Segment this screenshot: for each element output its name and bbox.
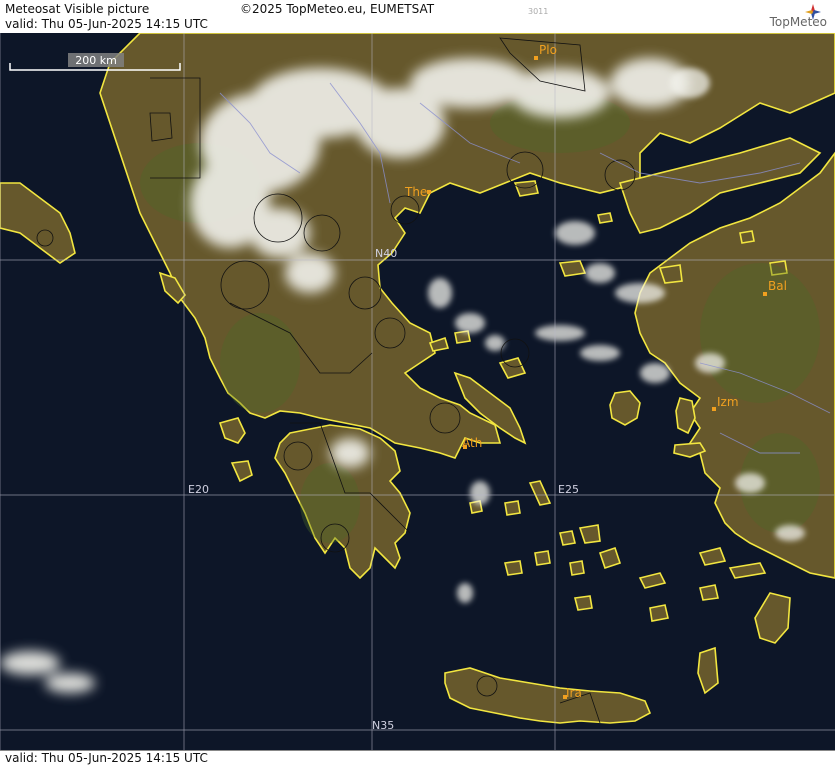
city-label-izmir: Izm (717, 395, 739, 409)
image-code: 3011 (528, 7, 549, 16)
map-canvas: 200 km N40 N35 E20 E25 Plo The Ath Bal I… (0, 33, 835, 750)
lon-label-20: E20 (188, 483, 209, 496)
satellite-map[interactable]: 200 km N40 N35 E20 E25 Plo The Ath Bal I… (0, 33, 835, 750)
city-dot-balikesir (763, 292, 767, 296)
lat-label-40: N40 (375, 247, 397, 260)
city-dot-izmir (712, 407, 716, 411)
city-label-thessaloniki: The (404, 185, 427, 199)
logo-text: TopMeteo (769, 15, 827, 29)
city-label-balikesir: Bal (768, 279, 787, 293)
city-label-plovdiv: Plo (539, 43, 557, 57)
copyright-notice: ©2025 TopMeteo.eu, EUMETSAT (240, 2, 435, 16)
image-header: Meteosat Visible picture valid: Thu 05-J… (0, 0, 835, 34)
image-title: Meteosat Visible picture (5, 2, 150, 16)
valid-time-bottom: valid: Thu 05-Jun-2025 14:15 UTC (5, 751, 208, 765)
image-footer: valid: Thu 05-Jun-2025 14:15 UTC (0, 750, 835, 766)
city-label-iraklion: Ira (566, 686, 582, 700)
valid-time-top: valid: Thu 05-Jun-2025 14:15 UTC (5, 17, 208, 31)
lon-label-25: E25 (558, 483, 579, 496)
lat-label-35: N35 (372, 719, 394, 732)
city-label-athens: Ath (462, 436, 482, 450)
scale-label: 200 km (75, 54, 117, 67)
city-dot-thessaloniki (427, 190, 431, 194)
city-dot-plovdiv (534, 56, 538, 60)
